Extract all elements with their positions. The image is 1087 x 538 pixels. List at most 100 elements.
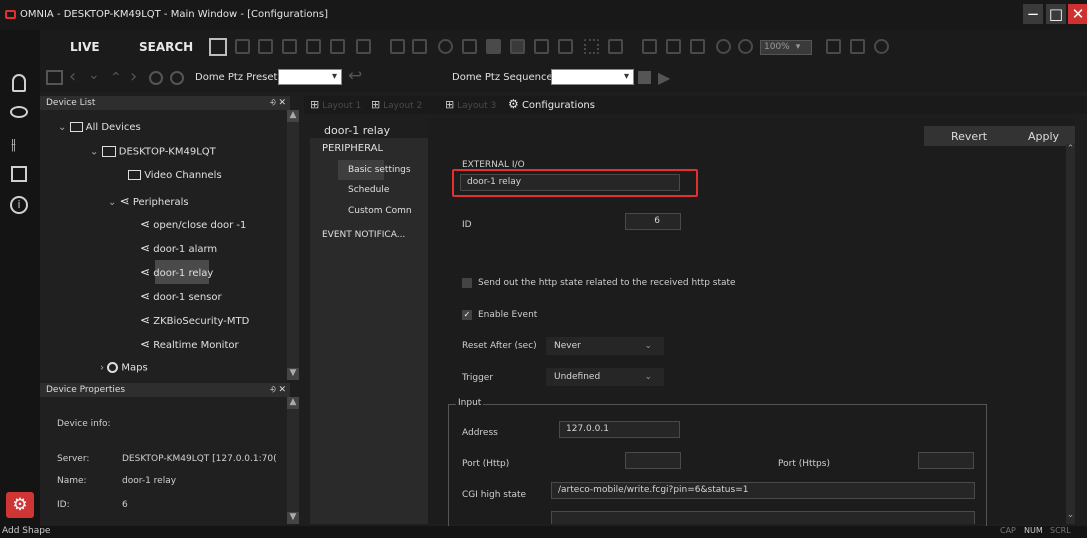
search-button[interactable]: SEARCH: [139, 40, 193, 54]
layout-grid5-icon[interactable]: [356, 39, 371, 54]
ptz-sequence-select[interactable]: ▾: [551, 69, 634, 85]
form-scrollbar[interactable]: ⌃ ⌄: [1066, 144, 1075, 524]
edit-image-icon[interactable]: [826, 39, 841, 54]
play-icon[interactable]: ▶: [658, 68, 670, 87]
tab-layout-2[interactable]: ⊞ Layout 2: [371, 98, 422, 111]
address-input[interactable]: 127.0.0.1: [559, 421, 680, 438]
scroll-up-icon[interactable]: ⌃: [1066, 144, 1075, 156]
cgi-high-input[interactable]: /arteco-mobile/write.fcgi?pin=6&status=1: [551, 482, 975, 499]
minimize-button[interactable]: −: [1023, 4, 1043, 24]
nav-peripheral[interactable]: PERIPHERAL: [322, 143, 383, 154]
device-list-scrollbar[interactable]: ▲ ▼: [287, 110, 299, 380]
info-icon[interactable]: i: [10, 196, 28, 214]
reset-after-select[interactable]: Never ⌄: [546, 337, 664, 355]
port-https-input[interactable]: [918, 452, 974, 469]
layout-grid2-icon[interactable]: [282, 39, 297, 54]
ptz-zoom-out-icon[interactable]: [170, 71, 184, 85]
nav-custom-command[interactable]: Custom Comn: [348, 206, 428, 216]
tree-item-door-sensor[interactable]: ⋖ door-1 sensor: [140, 290, 222, 303]
scroll-down-icon[interactable]: ▼: [287, 512, 299, 524]
device-properties-scrollbar[interactable]: ▲ ▼: [287, 397, 299, 524]
fullscreen-icon[interactable]: [209, 38, 227, 56]
tab-configurations[interactable]: ⚙ Configurations: [508, 97, 595, 111]
dots-icon[interactable]: [584, 39, 599, 54]
nav-event-notification[interactable]: EVENT NOTIFICA...: [322, 230, 405, 240]
tree-item-peripherals[interactable]: ⌄ ⋖ Peripherals: [108, 194, 189, 208]
ptz-home-icon[interactable]: [46, 70, 63, 85]
tab-layout-3[interactable]: ⊞ Layout 3: [445, 98, 496, 111]
curve-icon[interactable]: [608, 39, 623, 54]
scroll-down-icon[interactable]: ▼: [287, 368, 299, 380]
tab-layout-1[interactable]: ⊞ Layout 1: [310, 98, 361, 111]
sliders-icon[interactable]: ⫲: [11, 136, 27, 152]
status-text: Add Shape: [2, 526, 51, 536]
cgi-low-input[interactable]: [551, 511, 975, 524]
close-button[interactable]: ✕: [1068, 4, 1087, 24]
panel-pin-close[interactable]: ⨮ ✕: [269, 96, 286, 110]
grid-icon[interactable]: [11, 166, 27, 182]
tree-item-all-devices[interactable]: ⌄ All Devices: [58, 122, 141, 133]
eye-icon[interactable]: [10, 106, 28, 118]
status-cap: CAP: [1000, 526, 1016, 535]
key-icon[interactable]: [874, 39, 889, 54]
device-properties-title: Device Properties: [46, 385, 126, 395]
tree-item-zkbio[interactable]: ⋖ ZKBioSecurity-MTD: [140, 314, 249, 327]
chevron-right-icon[interactable]: ›: [130, 66, 137, 87]
tree-item-desktop[interactable]: ⌄ DESKTOP-KM49LQT: [90, 146, 216, 158]
apply-button[interactable]: Apply: [1028, 130, 1059, 143]
chevron-up-icon[interactable]: ⌃: [110, 70, 122, 86]
tree-item-realtime-monitor[interactable]: ⋖ Realtime Monitor: [140, 338, 239, 351]
square-dark-icon[interactable]: [510, 39, 525, 54]
monitor-icon[interactable]: [390, 39, 405, 54]
share-icon: ⋖: [140, 289, 151, 303]
tree-item-maps[interactable]: › Maps: [100, 362, 148, 374]
settings-gear-icon[interactable]: ⚙: [6, 492, 34, 518]
enable-event-checkbox[interactable]: ✓: [462, 310, 472, 320]
zoom-out-icon[interactable]: [738, 39, 753, 54]
user-icon[interactable]: [12, 74, 26, 92]
tree-item-video-channels[interactable]: Video Channels: [128, 170, 222, 181]
ptz-preset-select[interactable]: ▾: [278, 69, 342, 85]
zoom-in-icon[interactable]: [716, 39, 731, 54]
tree-item-door-alarm[interactable]: ⋖ door-1 alarm: [140, 242, 217, 255]
square-filled-icon[interactable]: [486, 39, 501, 54]
return-icon[interactable]: ↩: [348, 66, 362, 86]
ptz-sequence-label: Dome Ptz Sequence: [452, 72, 553, 83]
lock-icon[interactable]: [690, 39, 705, 54]
id-card-icon[interactable]: [850, 39, 865, 54]
ptz-zoom-in-icon[interactable]: [149, 71, 163, 85]
device-info-label: Device info:: [57, 419, 111, 429]
check-icon[interactable]: [438, 39, 453, 54]
port-http-input[interactable]: [625, 452, 681, 469]
restore-button[interactable]: □: [1046, 4, 1066, 24]
layout-grid3-icon[interactable]: [306, 39, 321, 54]
stop-icon[interactable]: [638, 71, 651, 84]
http-state-checkbox[interactable]: [462, 278, 472, 288]
tree-item-open-close-door[interactable]: ⋖ open/close door -1: [140, 218, 246, 231]
panel-pin-close[interactable]: ⨮ ✕: [269, 383, 286, 397]
revert-button[interactable]: Revert: [951, 130, 987, 143]
status-num: NUM: [1024, 526, 1043, 535]
chevron-left-icon[interactable]: ‹: [69, 66, 76, 87]
scroll-down-icon[interactable]: ⌄: [1066, 510, 1075, 522]
square-icon[interactable]: [462, 39, 477, 54]
scroll-up-icon[interactable]: ▲: [287, 397, 299, 409]
trigger-select[interactable]: Undefined ⌄: [546, 368, 664, 386]
tree-item-door-relay[interactable]: ⋖ door-1 relay: [140, 266, 213, 279]
edit-icon[interactable]: [235, 39, 250, 54]
chevron-down-icon[interactable]: ⌄: [88, 67, 100, 83]
user-box-icon[interactable]: [558, 39, 573, 54]
layout-grid4-icon[interactable]: [330, 39, 345, 54]
id-input[interactable]: 6: [625, 213, 681, 230]
camera-snapshot-icon[interactable]: [642, 39, 657, 54]
zoom-select[interactable]: 100% ▾: [760, 40, 812, 55]
scroll-up-icon[interactable]: ▲: [287, 110, 299, 122]
nav-schedule[interactable]: Schedule: [348, 185, 389, 195]
nav-basic-settings[interactable]: Basic settings: [348, 165, 411, 175]
brush-icon[interactable]: [534, 39, 549, 54]
device-list-header: Device List ⨮ ✕: [40, 96, 290, 110]
layout-grid-icon[interactable]: [258, 39, 273, 54]
print-icon[interactable]: [666, 39, 681, 54]
capture-icon[interactable]: [412, 39, 427, 54]
live-button[interactable]: LIVE: [70, 40, 100, 54]
